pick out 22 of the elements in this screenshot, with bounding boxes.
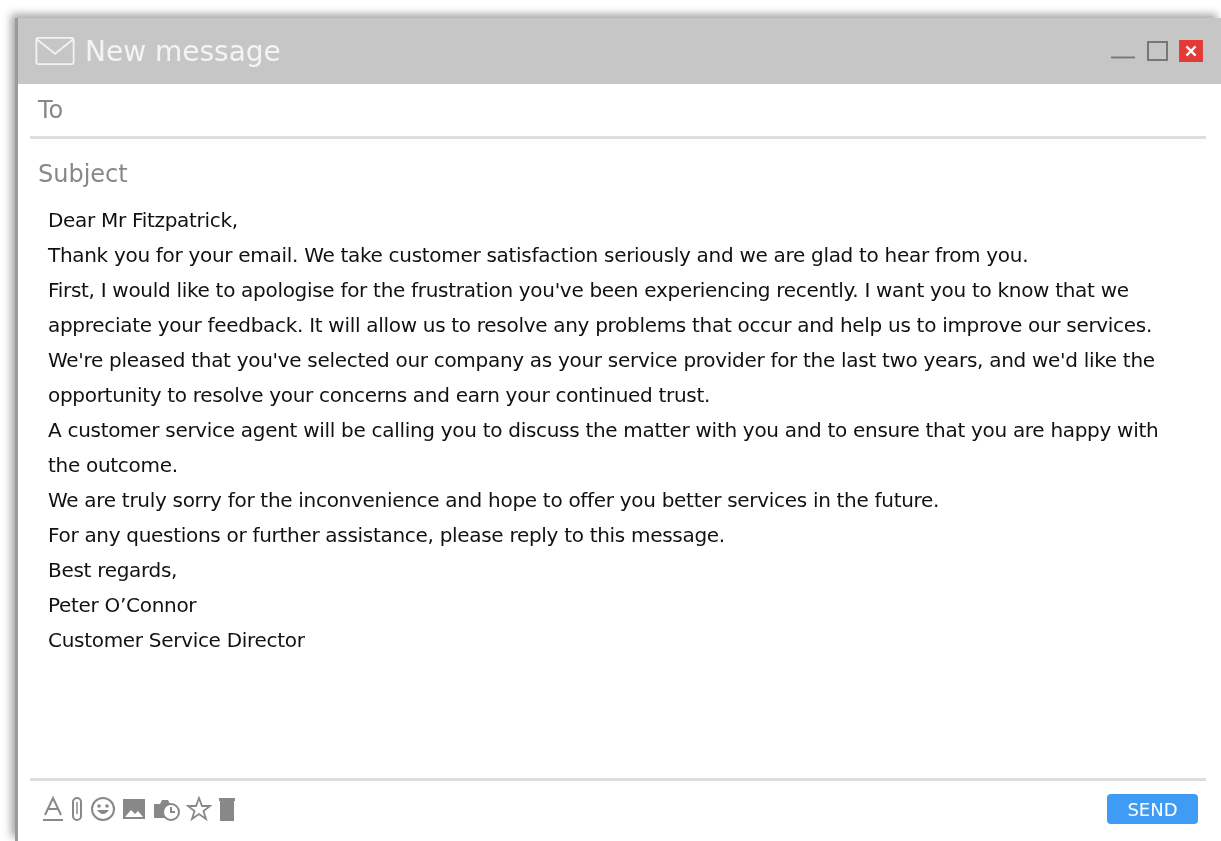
text-format-icon[interactable] xyxy=(42,796,64,822)
smiley-icon[interactable] xyxy=(90,796,116,822)
message-text: Customer Service Director xyxy=(48,627,306,654)
trash-icon[interactable] xyxy=(218,796,236,822)
star-icon[interactable] xyxy=(186,796,212,822)
maximize-icon[interactable] xyxy=(1145,40,1169,62)
message-text: We are truly sorry for the inconvenience and hope to offer you better services in the future. xyxy=(48,487,941,514)
message-text: Dear Mr Fitzpatrick, xyxy=(48,207,239,234)
message-text: Peter O’Connor xyxy=(48,592,198,619)
paperclip-icon[interactable] xyxy=(70,796,84,822)
subject-field[interactable]: Subject xyxy=(30,139,1206,203)
message-text: We're pleased that you've selected our company as your service provider for the last two years, and we'd like the opportunity to resolve your concerns and earn your continued trust. xyxy=(48,347,1156,409)
send-button[interactable]: SEND xyxy=(1107,794,1198,824)
message-text: For any questions or further assistance, please reply to this message. xyxy=(48,522,726,549)
message-text: A customer service agent will be calling you to discuss the matter with you and to ensure that you are happy with the outcome. xyxy=(48,417,1160,479)
message-text: First, I would like to apologise for the frustration you've been experiencing recently. I want you to know that we appreciate your feedback. It will allow us to resolve any problems that occur and help us to improve our services. xyxy=(48,277,1153,339)
to-field[interactable]: To xyxy=(30,84,1206,139)
close-icon[interactable] xyxy=(1179,40,1203,62)
message-text: Thank you for your email. We take customer satisfaction seriously and we are glad to hear from you. xyxy=(48,242,1030,269)
message-text: Best regards, xyxy=(48,557,179,584)
envelope-icon xyxy=(35,36,75,66)
image-icon[interactable] xyxy=(122,796,146,822)
